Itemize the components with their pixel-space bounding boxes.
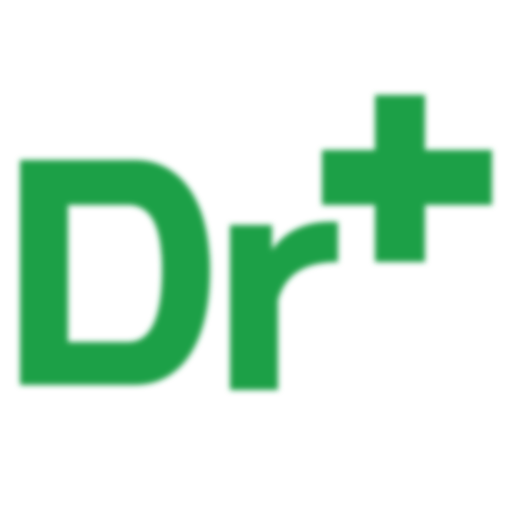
letter-r-glyph: [230, 221, 338, 390]
dr-plus-logo-graphic: [20, 95, 492, 390]
plus-sign-glyph: [322, 95, 492, 262]
dr-plus-logo: [0, 0, 512, 512]
app-icon-canvas: [0, 0, 512, 512]
letter-d-glyph: [20, 160, 210, 385]
